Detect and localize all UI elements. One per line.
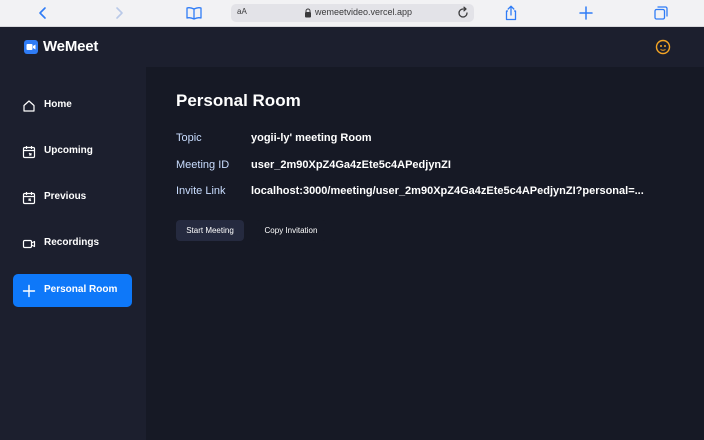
browser-toolbar: aA wemeetvideo.vercel.app — [0, 0, 704, 27]
back-icon[interactable] — [36, 3, 50, 23]
logo-icon[interactable] — [24, 40, 38, 54]
sidebar-item-label: Recordings — [44, 237, 100, 248]
sidebar-item-recordings[interactable]: Recordings — [13, 227, 132, 260]
sidebar-item-label: Previous — [44, 191, 87, 202]
share-icon[interactable] — [503, 3, 519, 23]
meeting-id-value: user_2m90XpZ4Ga4zEte5c4APedjynZI — [251, 159, 451, 171]
topic-value: yogii-ly' meeting Room — [251, 132, 372, 144]
invite-link-label: Invite Link — [176, 185, 226, 197]
page-title: Personal Room — [176, 91, 301, 110]
plus-icon — [22, 284, 36, 298]
sidebar-item-upcoming[interactable]: Upcoming — [13, 135, 132, 168]
url-text: wemeetvideo.vercel.app — [315, 7, 413, 17]
book-icon[interactable] — [186, 3, 202, 23]
new-tab-icon[interactable] — [578, 3, 594, 23]
meeting-id-label: Meeting ID — [176, 159, 230, 171]
sidebar: Home Upcoming Previous Recordings Person… — [0, 67, 146, 440]
main-content: Personal Room Topic yogii-ly' meeting Ro… — [146, 67, 704, 440]
app-header — [0, 27, 704, 67]
calendar-upcoming-icon — [22, 146, 36, 159]
sidebar-item-label: Home — [44, 99, 72, 110]
sidebar-item-label: Personal Room — [44, 284, 118, 295]
reader-aa-button[interactable]: aA — [237, 7, 247, 16]
topic-label: Topic — [176, 132, 202, 144]
tabs-overview-icon[interactable] — [653, 3, 669, 23]
home-icon — [23, 100, 35, 112]
invite-link-value[interactable]: localhost:3000/meeting/user_2m90XpZ4Ga4z… — [251, 185, 644, 197]
reload-icon[interactable] — [456, 6, 470, 20]
video-icon — [22, 239, 36, 249]
sidebar-item-previous[interactable]: Previous — [13, 181, 132, 214]
start-meeting-button[interactable]: Start Meeting — [176, 220, 244, 241]
forward-icon[interactable] — [112, 3, 126, 23]
lock-icon — [305, 8, 311, 18]
sidebar-item-label: Upcoming — [44, 145, 93, 156]
app-name[interactable]: WeMeet — [43, 38, 98, 55]
calendar-previous-icon — [22, 192, 36, 205]
user-avatar-icon[interactable] — [655, 39, 671, 55]
address-bar[interactable]: aA wemeetvideo.vercel.app — [231, 4, 474, 22]
copy-invitation-button[interactable]: Copy Invitation — [256, 220, 326, 241]
sidebar-item-personal-room[interactable]: Personal Room — [13, 274, 132, 307]
sidebar-item-home[interactable]: Home — [13, 89, 132, 122]
